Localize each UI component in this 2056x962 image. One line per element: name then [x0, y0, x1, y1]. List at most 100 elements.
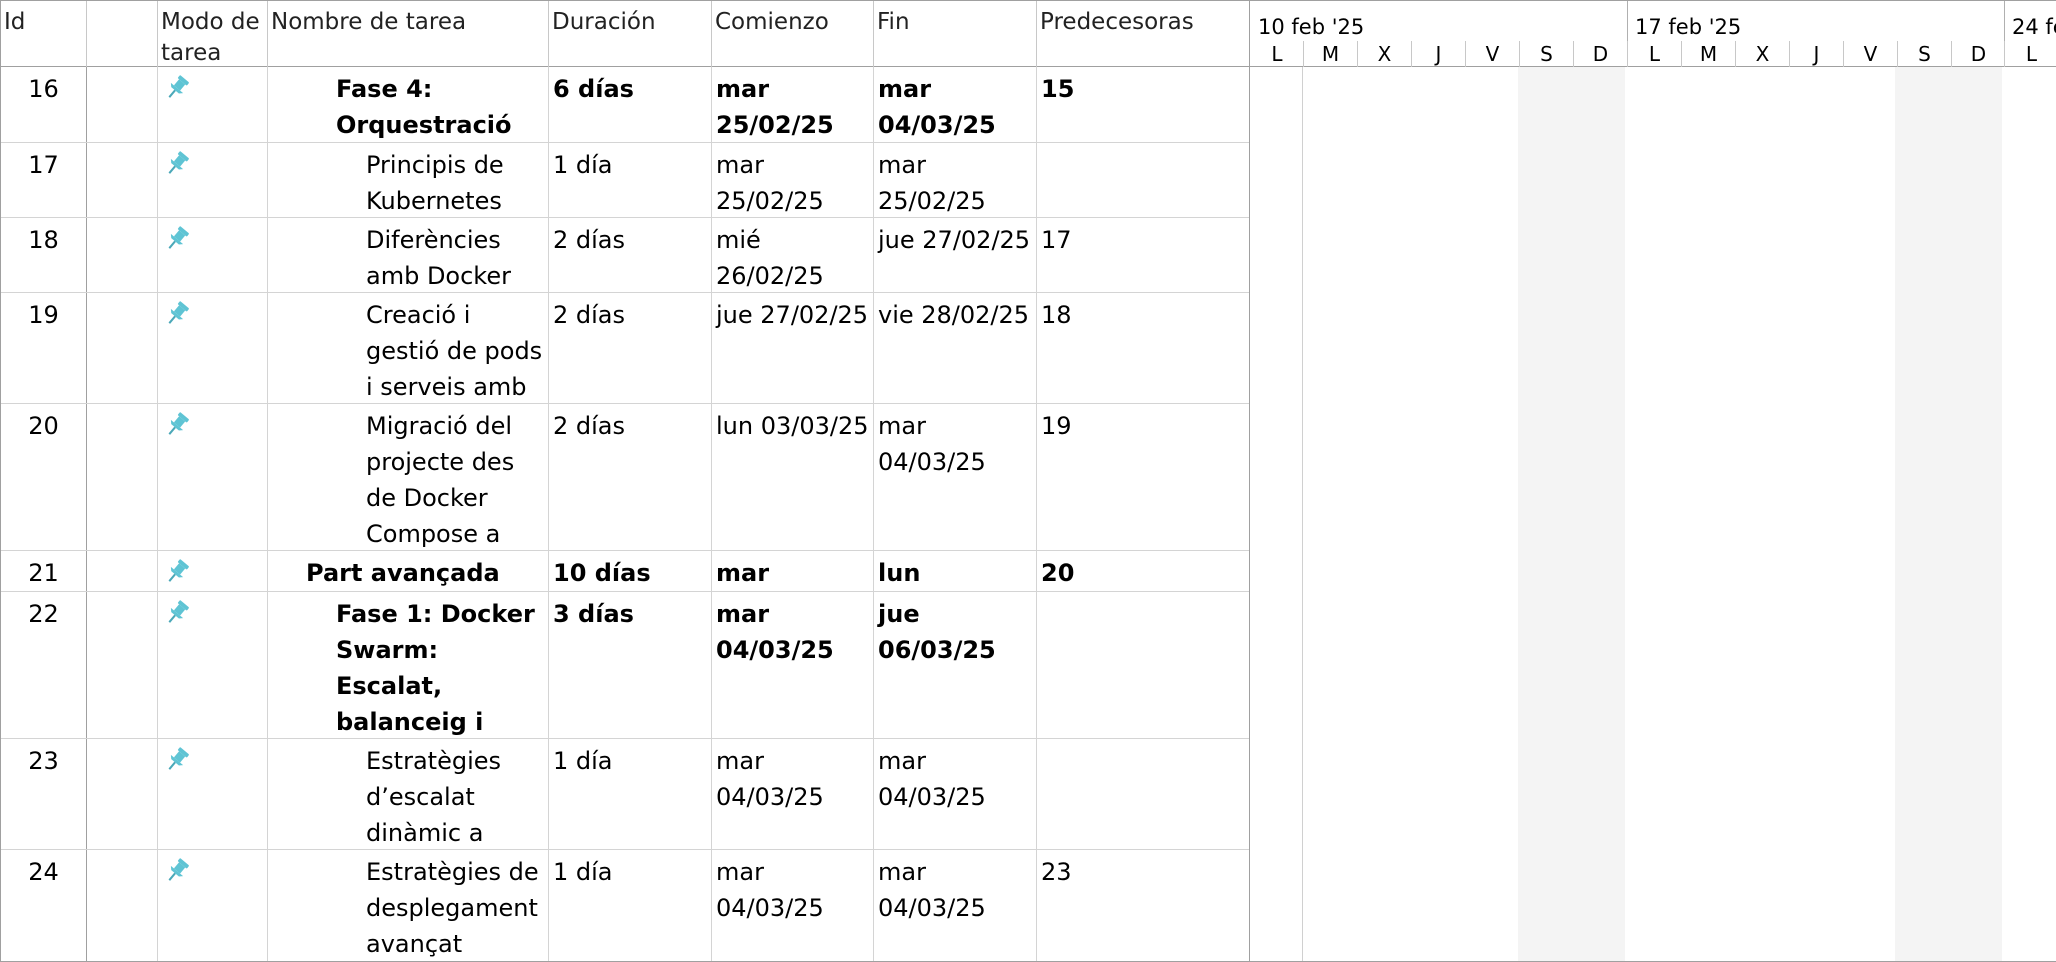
- task-row[interactable]: 19 Creació i gestió de pods i serveis am…: [1, 293, 1249, 404]
- task-name[interactable]: Part avançada: [268, 551, 549, 591]
- column-header-finish[interactable]: Fin: [874, 1, 1037, 67]
- column-header-task-name[interactable]: Nombre de tarea: [268, 1, 549, 67]
- indicator-cell: [87, 850, 158, 961]
- column-header-indicators[interactable]: i: [87, 1, 158, 67]
- manual-pin-icon: [168, 412, 189, 435]
- task-predecessors[interactable]: 18: [1037, 293, 1249, 403]
- task-duration[interactable]: 10 días: [549, 551, 712, 591]
- task-start[interactable]: mar 04/03/2: [712, 551, 874, 591]
- task-mode-cell[interactable]: [158, 143, 268, 217]
- task-start[interactable]: mar 25/02/25: [712, 143, 874, 217]
- day-label: S: [1519, 41, 1573, 67]
- column-header-duration[interactable]: Duración: [549, 1, 712, 67]
- task-finish[interactable]: mar 04/03/25: [874, 404, 1037, 550]
- indicator-cell: [87, 218, 158, 292]
- task-finish[interactable]: mar 04/03/25: [874, 67, 1037, 142]
- manual-pin-icon: [168, 559, 189, 582]
- manual-pin-icon: [168, 600, 189, 623]
- task-duration[interactable]: 3 días: [549, 592, 712, 738]
- task-start[interactable]: jue 27/02/25: [712, 293, 874, 403]
- task-start[interactable]: mar 04/03/25: [712, 739, 874, 849]
- task-predecessors[interactable]: 17: [1037, 218, 1249, 292]
- task-finish[interactable]: jue 06/03/25: [874, 592, 1037, 738]
- task-finish[interactable]: jue 27/02/25: [874, 218, 1037, 292]
- task-mode-cell[interactable]: [158, 551, 268, 591]
- task-name[interactable]: Fase 4: Orquestració: [268, 67, 549, 142]
- day-label: M: [1681, 41, 1735, 67]
- task-name[interactable]: Migració del projecte des de Docker Comp…: [268, 404, 549, 550]
- task-mode-cell[interactable]: [158, 739, 268, 849]
- task-predecessors[interactable]: 19: [1037, 404, 1249, 550]
- task-predecessors[interactable]: [1037, 143, 1249, 217]
- task-row[interactable]: 24 Estratègies de desplegament avançat 1…: [1, 850, 1249, 961]
- task-duration[interactable]: 2 días: [549, 404, 712, 550]
- task-mode-cell[interactable]: [158, 592, 268, 738]
- task-id: 24: [1, 850, 87, 961]
- day-label: L: [2004, 41, 2056, 67]
- task-start[interactable]: mié 26/02/25: [712, 218, 874, 292]
- task-name[interactable]: Diferències amb Docker: [268, 218, 549, 292]
- task-row[interactable]: 23 Estratègies d’escalat dinàmic a 1 día…: [1, 739, 1249, 850]
- task-row[interactable]: 16 Fase 4: Orquestració 6 días mar 25/02…: [1, 67, 1249, 143]
- week-label: 10 feb '25: [1258, 15, 1365, 39]
- task-name[interactable]: Principis de Kubernetes: [268, 143, 549, 217]
- week-gridline: [1302, 67, 1303, 961]
- manual-pin-icon: [168, 858, 189, 881]
- task-id: 21: [1, 551, 87, 591]
- task-duration[interactable]: 1 día: [549, 739, 712, 849]
- task-finish[interactable]: vie 28/02/25: [874, 293, 1037, 403]
- indicator-cell: [87, 551, 158, 591]
- task-row[interactable]: 20 Migració del projecte des de Docker C…: [1, 404, 1249, 551]
- task-row[interactable]: 22 Fase 1: Docker Swarm: Escalat, balanc…: [1, 592, 1249, 739]
- weekend-shading: [1518, 67, 1625, 961]
- task-mode-cell[interactable]: [158, 218, 268, 292]
- task-duration[interactable]: 2 días: [549, 218, 712, 292]
- task-predecessors[interactable]: [1037, 739, 1249, 849]
- task-name[interactable]: Estratègies de desplegament avançat: [268, 850, 549, 961]
- day-label: L: [1627, 41, 1681, 67]
- column-header-start[interactable]: Comienzo: [712, 1, 874, 67]
- task-start[interactable]: mar 04/03/25: [712, 850, 874, 961]
- task-duration[interactable]: 1 día: [549, 850, 712, 961]
- indicator-cell: [87, 293, 158, 403]
- column-header-id[interactable]: Id: [1, 1, 87, 67]
- manual-pin-icon: [168, 75, 189, 98]
- task-mode-cell[interactable]: [158, 850, 268, 961]
- task-row[interactable]: 18 Diferències amb Docker 2 días mié 26/…: [1, 218, 1249, 293]
- task-finish[interactable]: mar 04/03/25: [874, 850, 1037, 961]
- task-mode-cell[interactable]: [158, 293, 268, 403]
- gantt-chart[interactable]: 10 feb '25 17 feb '25 24 fe L M X J V S …: [1250, 0, 2056, 962]
- task-start[interactable]: lun 03/03/25: [712, 404, 874, 550]
- task-name[interactable]: Creació i gestió de pods i serveis amb: [268, 293, 549, 403]
- task-id: 16: [1, 67, 87, 142]
- task-row[interactable]: 21 Part avançada 10 días mar 04/03/2 lun…: [1, 551, 1249, 592]
- task-id: 17: [1, 143, 87, 217]
- task-name[interactable]: Estratègies d’escalat dinàmic a: [268, 739, 549, 849]
- project-gantt-view: Id i Modo de tarea Nombre de tarea Durac…: [0, 0, 2056, 962]
- task-duration[interactable]: 1 día: [549, 143, 712, 217]
- week-divider: [2004, 1, 2005, 43]
- column-header-task-mode[interactable]: Modo de tarea: [158, 1, 268, 67]
- task-predecessors[interactable]: 20: [1037, 551, 1249, 591]
- task-finish[interactable]: mar 25/02/25: [874, 143, 1037, 217]
- indicator-cell: [87, 67, 158, 142]
- task-start[interactable]: mar 04/03/25: [712, 592, 874, 738]
- task-predecessors[interactable]: 15: [1037, 67, 1249, 142]
- column-header-predecessors[interactable]: Predecesoras: [1037, 1, 1249, 67]
- task-start[interactable]: mar 25/02/25: [712, 67, 874, 142]
- task-predecessors[interactable]: [1037, 592, 1249, 738]
- task-duration[interactable]: 6 días: [549, 67, 712, 142]
- task-mode-cell[interactable]: [158, 404, 268, 550]
- task-mode-cell[interactable]: [158, 67, 268, 142]
- task-predecessors[interactable]: 23: [1037, 850, 1249, 961]
- task-row[interactable]: 17 Principis de Kubernetes 1 día mar 25/…: [1, 143, 1249, 218]
- manual-pin-icon: [168, 301, 189, 324]
- column-header-row: Id i Modo de tarea Nombre de tarea Durac…: [1, 1, 1249, 67]
- week-label: 17 feb '25: [1635, 15, 1742, 39]
- task-duration[interactable]: 2 días: [549, 293, 712, 403]
- task-finish[interactable]: mar 04/03/25: [874, 739, 1037, 849]
- task-name[interactable]: Fase 1: Docker Swarm: Escalat, balanceig…: [268, 592, 549, 738]
- task-finish[interactable]: lun 17/03/25: [874, 551, 1037, 591]
- manual-pin-icon: [168, 151, 189, 174]
- timescale[interactable]: 10 feb '25 17 feb '25 24 fe L M X J V S …: [1250, 1, 2056, 67]
